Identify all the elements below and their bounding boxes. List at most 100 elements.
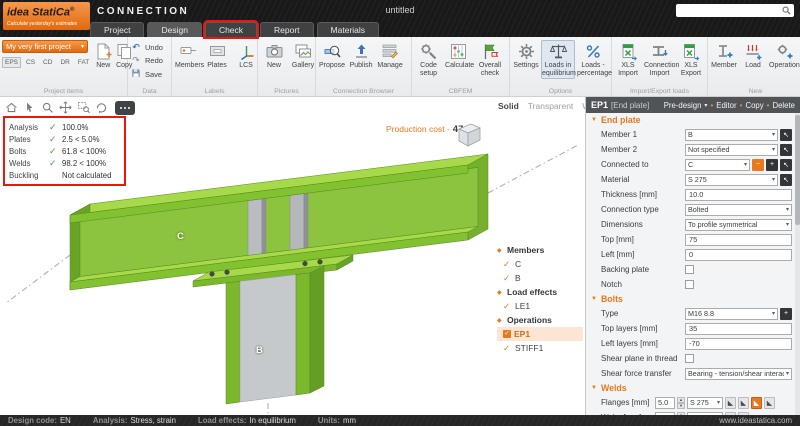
connected-to-select[interactable]: C ▾ xyxy=(685,158,750,171)
delete-operation-button[interactable]: Delete xyxy=(772,101,795,110)
member2-select[interactable]: Not specified ▾ xyxy=(685,143,778,156)
display-mode-solid[interactable]: Solid xyxy=(498,101,519,111)
checked-checkbox-icon: ✓ xyxy=(503,330,511,338)
panel-scrollbar[interactable] xyxy=(795,113,800,415)
tree-item-member-b[interactable]: ✓ B xyxy=(497,271,583,285)
loads-in-equilibrium-toggle[interactable]: Loads in equilibrium xyxy=(541,40,576,80)
bolt-type-select[interactable]: M16 8.8 ▾ xyxy=(685,307,778,320)
tree-item-member-c[interactable]: ✓ C xyxy=(497,257,583,271)
tree-header-load-effects[interactable]: ◆ Load effects xyxy=(497,285,583,299)
tree-header-operations[interactable]: ◆ Operations xyxy=(497,313,583,327)
tab-check[interactable]: Check xyxy=(204,22,258,37)
propose-button[interactable]: Propose xyxy=(318,40,346,72)
thickness-input[interactable]: 10.0 xyxy=(685,188,792,201)
zoom-icon[interactable] xyxy=(40,100,55,115)
weld-type-button-1[interactable]: ◣ xyxy=(725,396,736,409)
check-icon: ✓ xyxy=(503,300,511,311)
tab-materials[interactable]: Materials xyxy=(316,22,380,37)
top-layers-input[interactable]: 35 xyxy=(685,322,792,335)
status-design-code: Design code: EN xyxy=(8,416,71,425)
xls-export-button[interactable]: XLS Export xyxy=(677,40,705,79)
left-input[interactable]: 0 xyxy=(685,248,792,261)
labels-members-button[interactable]: Members xyxy=(174,40,204,72)
weld-type-button-3[interactable]: ◣ xyxy=(751,396,762,409)
left-layers-input[interactable]: -70 xyxy=(685,337,792,350)
section-end-plate[interactable]: ▼ End plate xyxy=(586,113,800,127)
project-type-cd[interactable]: CD xyxy=(40,57,55,68)
overall-check-button[interactable]: Overall check xyxy=(473,40,507,79)
xls-import-button[interactable]: XLS Import xyxy=(614,40,642,79)
tree-header-members[interactable]: ◆ Members xyxy=(497,243,583,257)
member1-pick-button[interactable]: ↖ xyxy=(780,128,792,141)
connected-pick-button[interactable]: ↖ xyxy=(780,158,792,171)
project-type-eps[interactable]: EPS xyxy=(2,57,22,68)
redo-button[interactable]: ↷ Redo xyxy=(130,55,163,66)
dimensions-select[interactable]: To profile symmetrical ▾ xyxy=(685,218,792,231)
copy-operation-button[interactable]: Copy xyxy=(745,101,763,110)
new-operation-button[interactable]: Operation xyxy=(768,40,800,72)
top-input[interactable]: 75 xyxy=(685,233,792,246)
manage-button[interactable]: Manage xyxy=(376,40,404,72)
tab-project[interactable]: Project xyxy=(90,22,145,37)
zoom-window-icon[interactable] xyxy=(76,100,91,115)
section-bolts[interactable]: ▼ Bolts xyxy=(586,292,800,306)
project-type-dr[interactable]: DR xyxy=(57,57,72,68)
weld-type-button-2[interactable]: ◣ xyxy=(738,396,749,409)
material-select[interactable]: S 275 ▾ xyxy=(685,173,778,186)
picture-new-button[interactable]: New xyxy=(260,40,288,72)
search-box[interactable] xyxy=(676,4,794,17)
publish-button[interactable]: Publish xyxy=(347,40,375,72)
loads-percentage-toggle[interactable]: Loads - percentage xyxy=(576,40,612,79)
select-pointer-icon[interactable] xyxy=(22,100,37,115)
flanges-weld-size-input[interactable]: 5.0 xyxy=(655,396,675,409)
labels-plates-button[interactable]: Plates xyxy=(203,40,231,72)
search-input[interactable] xyxy=(679,5,782,16)
shear-transfer-select[interactable]: Bearing - tension/shear interaction▾ xyxy=(685,367,792,380)
member2-pick-button[interactable]: ↖ xyxy=(780,143,792,156)
new-member-button[interactable]: Member xyxy=(710,40,738,72)
undo-button[interactable]: ↶ Undo xyxy=(130,42,163,53)
tab-report[interactable]: Report xyxy=(260,22,314,37)
connection-type-select[interactable]: Bolted ▾ xyxy=(685,203,792,216)
notch-checkbox[interactable] xyxy=(685,280,694,289)
code-setup-button[interactable]: Code setup xyxy=(414,40,443,79)
chevron-down-icon: ▾ xyxy=(716,400,720,406)
tree-item-le1[interactable]: ✓ LE1 xyxy=(497,299,583,313)
tree-item-operation-stiff1[interactable]: ✓ STIFF1 xyxy=(497,341,583,355)
remove-connected-button[interactable]: − xyxy=(752,158,764,171)
status-analysis: Analysis: Stress, strain xyxy=(92,416,176,425)
project-type-cs[interactable]: CS xyxy=(23,57,38,68)
display-mode-transparent[interactable]: Transparent xyxy=(528,101,574,111)
weld-type-button-4[interactable]: ◣ xyxy=(764,396,775,409)
member1-select[interactable]: B ▾ xyxy=(685,128,778,141)
feedback-bubble-icon[interactable] xyxy=(115,100,135,115)
orbit-rotate-icon[interactable] xyxy=(94,100,109,115)
material-pick-button[interactable]: ↖ xyxy=(780,173,792,186)
calculate-button[interactable]: Calculate xyxy=(444,40,474,72)
tab-design[interactable]: Design xyxy=(147,22,202,37)
scrollbar-thumb[interactable] xyxy=(795,115,800,225)
add-bolt-assembly-button[interactable]: + xyxy=(780,307,792,320)
add-connected-button[interactable]: + xyxy=(766,158,778,171)
flanges-weld-material-select[interactable]: S 275 ▾ xyxy=(687,396,723,409)
tree-item-operation-ep1[interactable]: ✓ EP1 xyxy=(497,327,583,341)
shear-plane-checkbox[interactable] xyxy=(685,354,694,363)
predesign-button[interactable]: Pre-design xyxy=(664,101,702,110)
section-welds[interactable]: ▼ Welds xyxy=(586,381,800,395)
labels-lcs-button[interactable]: LCS xyxy=(232,40,260,72)
editor-button[interactable]: Editor xyxy=(716,101,736,110)
save-button[interactable]: Save xyxy=(130,68,163,80)
project-selector-dropdown[interactable]: My very first project ▾ xyxy=(2,40,88,53)
new-load-button[interactable]: Load xyxy=(739,40,767,72)
connection-import-button[interactable]: Connection Import xyxy=(643,40,679,79)
new-project-item-button[interactable]: New xyxy=(93,40,113,72)
pan-icon[interactable] xyxy=(58,100,73,115)
zoom-extents-home-icon[interactable] xyxy=(4,100,19,115)
view-cube[interactable] xyxy=(451,117,485,156)
picture-gallery-button[interactable]: Gallery xyxy=(289,40,317,72)
project-type-fat[interactable]: FAT xyxy=(75,57,92,68)
settings-button[interactable]: Settings xyxy=(512,40,540,72)
flanges-weld-stepper[interactable]: ▴ ▾ xyxy=(677,396,685,409)
viewport-toolbar xyxy=(4,100,135,115)
backing-plate-checkbox[interactable] xyxy=(685,265,694,274)
